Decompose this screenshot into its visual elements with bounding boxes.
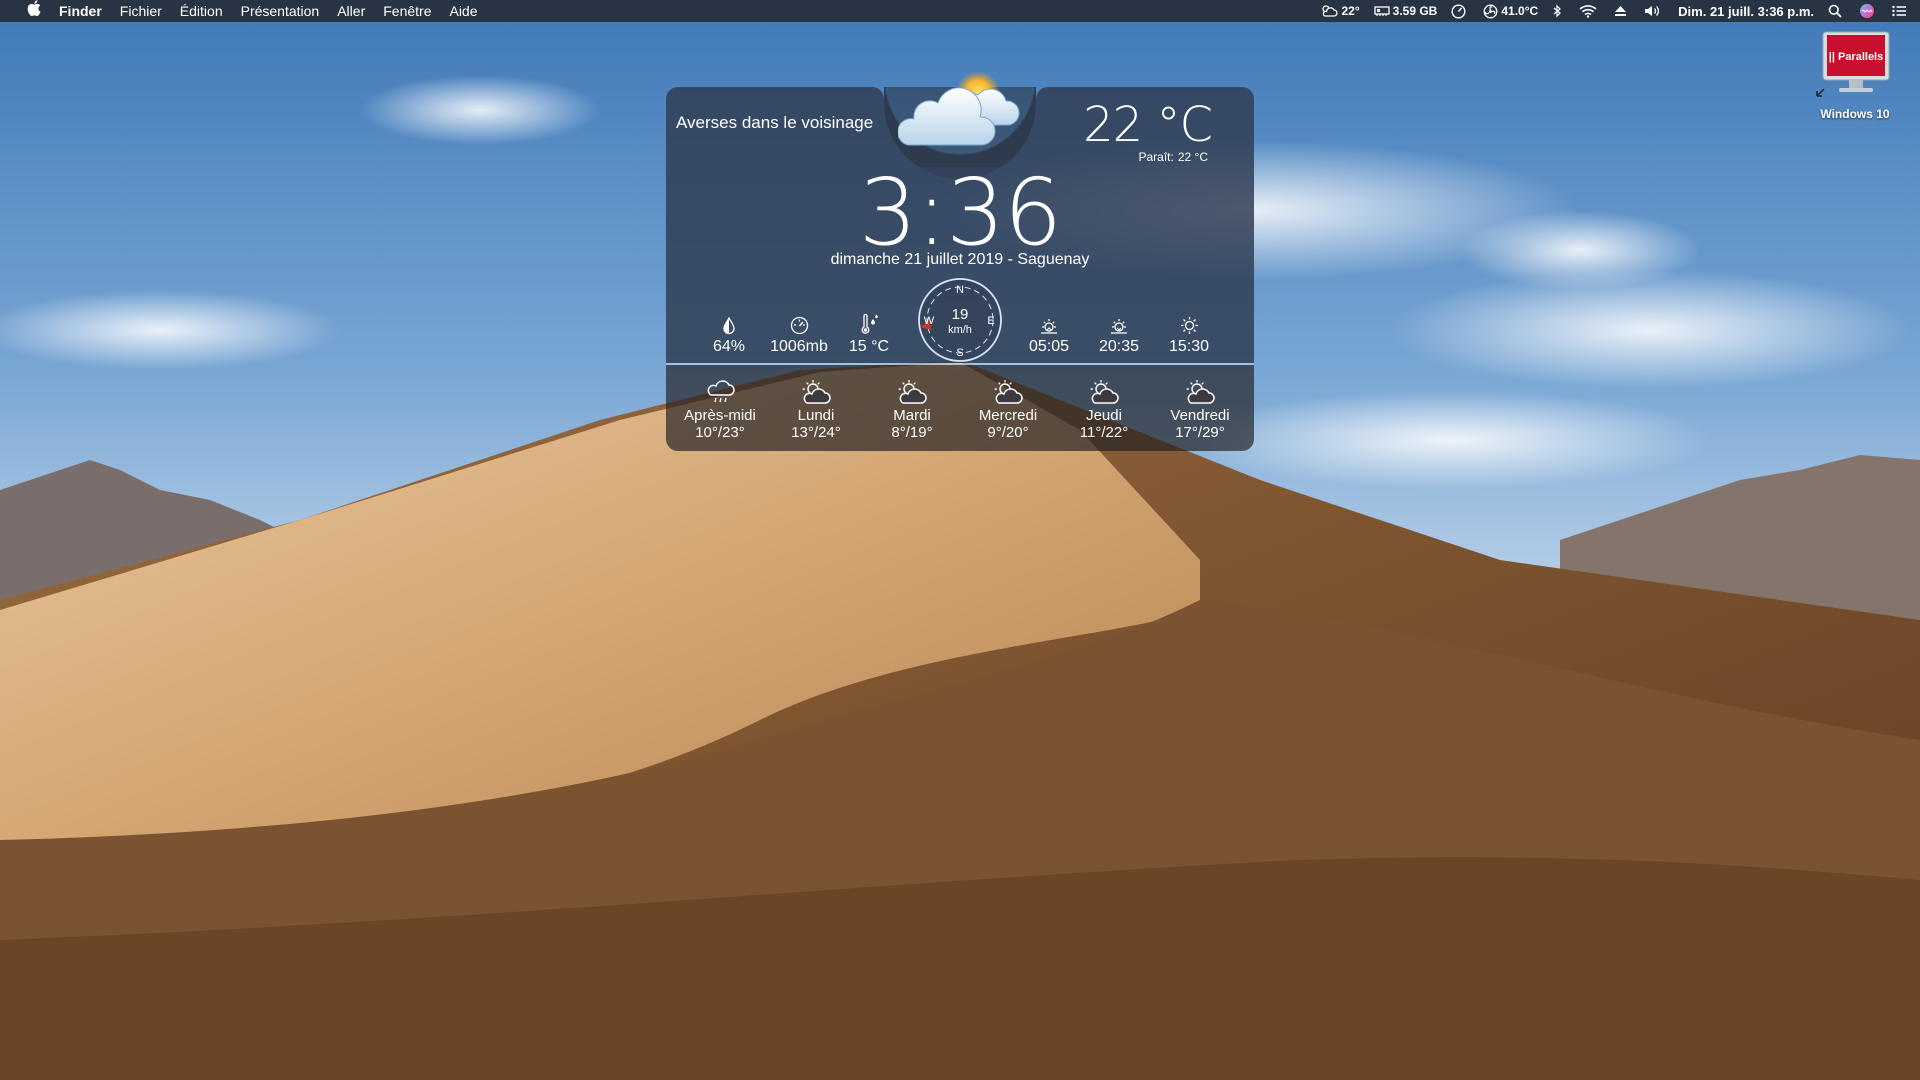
menu-bar: Finder Fichier Édition Présentation Alle… xyxy=(0,0,1920,22)
widget-clock: 3:36 xyxy=(858,159,1063,266)
desktop-icon-windows10[interactable]: || Parallels Windows 10 xyxy=(1800,30,1910,121)
forecast-day: Lundi 13°/24° xyxy=(768,375,864,442)
forecast-day-temps: 8°/19° xyxy=(891,424,933,441)
siri-status-item[interactable] xyxy=(1859,3,1878,19)
partly-cloudy-icon xyxy=(802,380,831,404)
forecast-day-temps: 10°/23° xyxy=(695,424,745,441)
weather-status-temp: 22° xyxy=(1341,4,1360,18)
compass-s: S xyxy=(956,347,963,359)
sun-icon xyxy=(1180,317,1198,334)
apple-logo-icon[interactable] xyxy=(18,0,50,22)
menu-aller[interactable]: Aller xyxy=(328,0,374,22)
wifi-icon xyxy=(1579,5,1597,18)
cpu-temp-status-item[interactable]: 41.0°C xyxy=(1483,4,1538,19)
menu-finder[interactable]: Finder xyxy=(50,0,111,22)
forecast-day: Vendredi 17°/29° xyxy=(1152,375,1248,442)
desktop-icon-label: Windows 10 xyxy=(1820,107,1890,121)
cpu-temp-value: 41.0°C xyxy=(1501,4,1539,18)
pressure-value: 1006mb xyxy=(770,338,828,355)
daylight-value: 15:30 xyxy=(1168,338,1210,355)
forecast-day-temps: 13°/24° xyxy=(791,424,841,441)
widget-date-location: dimanche 21 juillet 2019 - Saguenay xyxy=(830,251,1090,268)
volume-icon xyxy=(1645,6,1660,16)
wind-compass: N E S W 19 km/h xyxy=(917,277,1003,363)
humidity-value: 64% xyxy=(712,338,746,355)
partly-cloudy-icon xyxy=(1090,380,1119,404)
gauge-icon xyxy=(1451,3,1466,19)
feels-like-value: 22 °C xyxy=(1177,150,1208,164)
current-temperature: 22 °C xyxy=(1083,97,1213,153)
forecast-day-name: Lundi xyxy=(797,407,835,424)
memory-status-item[interactable]: 3.59 GB xyxy=(1373,4,1438,18)
memory-chip-icon xyxy=(1373,6,1390,16)
bluetooth-status-item[interactable] xyxy=(1552,4,1565,18)
volume-status-item[interactable] xyxy=(1644,4,1664,18)
menu-edition[interactable]: Édition xyxy=(171,0,232,22)
spotlight-status-item[interactable] xyxy=(1828,4,1845,18)
parallels-vm-icon: || Parallels xyxy=(1816,31,1890,97)
weather-widget[interactable]: Averses dans le voisinage 22 °C Paraît: 2… xyxy=(666,71,1254,451)
menu-fenetre[interactable]: Fenêtre xyxy=(374,0,440,22)
forecast-day-name: Jeudi xyxy=(1086,407,1122,424)
partly-cloudy-icon xyxy=(898,380,927,404)
sunrise-value: 05:05 xyxy=(1028,338,1070,355)
feels-like-label: Paraît: xyxy=(1138,150,1174,164)
fan-icon xyxy=(1483,4,1498,18)
compass-n: N xyxy=(956,284,964,296)
thermometer-drops-icon xyxy=(861,313,878,334)
forecast-day-temps: 9°/20° xyxy=(987,424,1029,441)
sunset-stat: 20:35 xyxy=(1079,313,1159,356)
dew-point-value: 15 °C xyxy=(848,338,890,355)
siri-icon xyxy=(1860,4,1874,18)
eject-icon xyxy=(1615,6,1627,16)
forecast-day-temps: 17°/29° xyxy=(1175,424,1225,441)
dew-point-stat: 15 °C xyxy=(829,313,909,356)
feels-like: Paraît: 22 °C xyxy=(1134,150,1208,164)
notification-center-status-item[interactable] xyxy=(1892,5,1910,17)
memory-status-value: 3.59 GB xyxy=(1392,4,1438,18)
droplet-icon xyxy=(723,317,735,335)
forecast-day: Mardi 8°/19° xyxy=(864,375,960,442)
weather-condition: Averses dans le voisinage xyxy=(676,113,874,132)
weather-status-item[interactable]: 22° xyxy=(1320,4,1360,18)
rain-cloud-icon xyxy=(707,380,735,403)
wind-speed-unit: km/h xyxy=(948,324,972,336)
forecast-day-name: Vendredi xyxy=(1170,407,1230,424)
forecast-day-name: Après-midi xyxy=(684,407,756,424)
bluetooth-icon xyxy=(1553,4,1562,18)
forecast-day-temps: 11°/22° xyxy=(1079,424,1129,441)
search-icon xyxy=(1828,4,1842,18)
menu-aide[interactable]: Aide xyxy=(440,0,486,22)
daylight-stat: 15:30 xyxy=(1149,313,1229,356)
forecast-day: Mercredi 9°/20° xyxy=(960,375,1056,442)
menu-presentation[interactable]: Présentation xyxy=(232,0,329,22)
barometer-icon xyxy=(790,316,808,335)
wifi-status-item[interactable] xyxy=(1579,4,1600,18)
eject-status-item[interactable] xyxy=(1614,5,1630,17)
sunset-value: 20:35 xyxy=(1098,338,1140,355)
menubar-datetime: Dim. 21 juill. 3:36 p.m. xyxy=(1678,3,1814,19)
forecast-day: Après-midi 10°/23° xyxy=(672,375,768,442)
forecast-day: Jeudi 11°/22° xyxy=(1056,375,1152,442)
clock-status-item[interactable]: Dim. 21 juill. 3:36 p.m. xyxy=(1678,4,1814,19)
forecast-day-name: Mercredi xyxy=(978,407,1038,424)
list-icon xyxy=(1892,5,1906,17)
menu-fichier[interactable]: Fichier xyxy=(111,0,171,22)
forecast-day-name: Mardi xyxy=(893,407,931,424)
gauge-status-item[interactable] xyxy=(1451,3,1469,19)
parallels-badge-text: || Parallels xyxy=(1829,51,1883,63)
wind-speed: 19 xyxy=(951,306,969,323)
partly-cloudy-icon xyxy=(1322,5,1339,17)
partly-cloudy-icon xyxy=(1186,380,1215,404)
sunrise-icon xyxy=(1041,319,1057,334)
partly-cloudy-icon xyxy=(994,380,1023,404)
sun-behind-cloud-icon xyxy=(898,71,1020,146)
sunset-icon xyxy=(1111,319,1127,334)
humidity-stat: 64% xyxy=(689,313,769,356)
pressure-stat: 1006mb xyxy=(759,313,839,356)
sunrise-stat: 05:05 xyxy=(1009,313,1089,356)
